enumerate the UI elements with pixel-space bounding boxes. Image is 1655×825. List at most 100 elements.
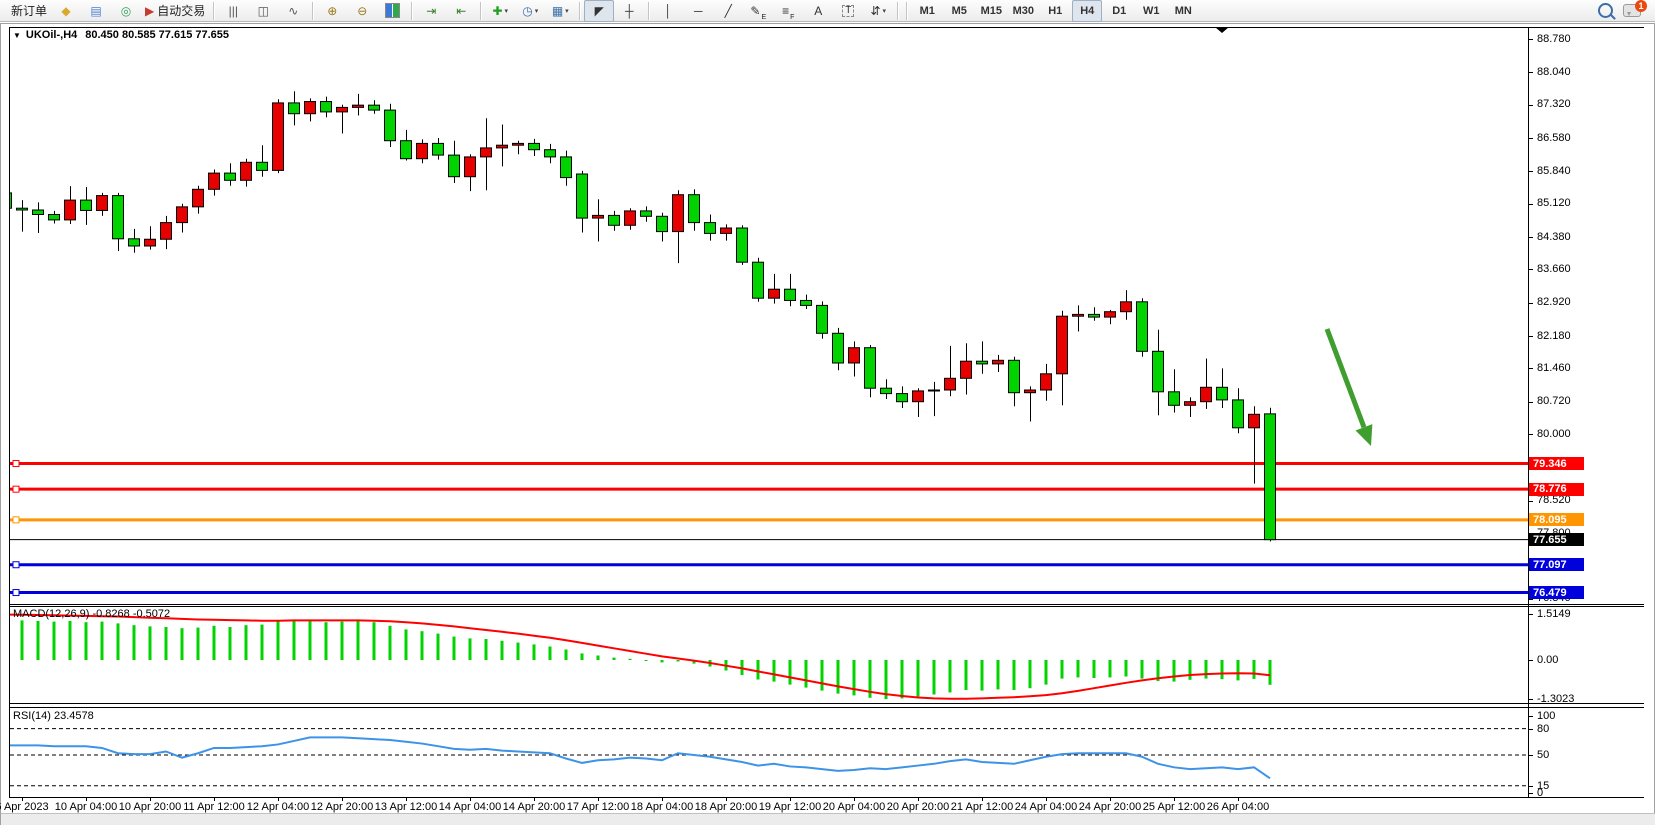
profile-icon[interactable]: ▤ [81, 0, 111, 22]
macd-bar [453, 637, 456, 660]
chart-shift-icon[interactable]: ⇤ [446, 0, 476, 22]
zoom-out-icon[interactable]: ⊖ [347, 0, 377, 22]
candle-body [497, 145, 508, 148]
macd-bar [997, 660, 1000, 689]
status-strip [1, 813, 1655, 825]
timeframe-m15-button[interactable]: M15 [976, 0, 1006, 22]
macd-bar [149, 626, 152, 660]
macd-bar [901, 660, 904, 698]
candle-body [977, 361, 988, 364]
rsi-tick-mark [1528, 716, 1533, 717]
text-label-icon[interactable]: T [833, 0, 863, 22]
candle-body [97, 196, 108, 211]
time-axis[interactable]: 6 Apr 202310 Apr 04:0010 Apr 20:0011 Apr… [1, 798, 1655, 813]
chart-line-icon[interactable]: ∿ [278, 0, 308, 22]
market-icon[interactable]: ◆ [51, 0, 81, 22]
time-tick-label: 12 Apr 20:00 [311, 801, 373, 813]
candle-body [1137, 302, 1148, 352]
line-handle[interactable] [13, 461, 19, 467]
mt4-window: 新订单◆▤◎▶自动交易 |||◫∿ ⊕⊖ ⇥⇤ ✚▾◷▾▦▾ ◤┼ │─╱✎E≡FAT⇵▾ M… [0, 0, 1655, 825]
arrows-icon[interactable]: ⇵▾ [863, 0, 893, 22]
price-tick-label: 88.780 [1537, 33, 1571, 45]
price-lines-group [10, 461, 1528, 596]
price-tick-mark [1528, 434, 1533, 435]
timeframe-h4-button[interactable]: H4 [1072, 0, 1102, 22]
candle-body [785, 289, 796, 300]
macd-bar [437, 634, 440, 660]
candle-body [337, 107, 348, 112]
panel-separator[interactable] [9, 606, 1644, 607]
line-handle[interactable] [13, 486, 19, 492]
macd-bar [757, 660, 760, 680]
line-handle[interactable] [13, 590, 19, 596]
candle-body [225, 173, 236, 180]
macd-bar [613, 658, 616, 660]
timeframe-h1-button[interactable]: H1 [1040, 0, 1070, 22]
timeframe-d1-button[interactable]: D1 [1104, 0, 1134, 22]
macd-bar [165, 627, 168, 660]
chart-candles-icon[interactable]: ◫ [248, 0, 278, 22]
panel-separator[interactable] [9, 707, 1644, 708]
candle-body [1169, 392, 1180, 406]
crosshair-icon[interactable]: ┼ [614, 0, 644, 22]
candle-body [1105, 312, 1116, 317]
candle-body [625, 211, 636, 225]
tile-windows-icon[interactable] [377, 0, 407, 22]
period-icon[interactable]: ◷▾ [515, 0, 545, 22]
trendline-icon[interactable]: ╱ [713, 0, 743, 22]
timeframe-m30-button[interactable]: M30 [1008, 0, 1038, 22]
candle-body [849, 348, 860, 363]
candle-body [769, 289, 780, 298]
rsi-tick-mark [1528, 786, 1533, 787]
price-tick-label: 83.660 [1537, 263, 1571, 275]
price-tick-mark [1528, 72, 1533, 73]
macd-histogram [10, 620, 1272, 699]
macd-bar [501, 641, 504, 660]
candle-body [737, 228, 748, 262]
equidistant-channel-icon[interactable]: ✎E [743, 0, 773, 22]
price-tick-mark [1528, 237, 1533, 238]
search-icon[interactable] [1598, 3, 1613, 18]
macd-bar [405, 629, 408, 660]
panel-separator[interactable] [9, 703, 1644, 704]
panel-separator[interactable] [9, 604, 1644, 605]
candle-body [705, 223, 716, 234]
vertical-line-icon[interactable]: │ [653, 0, 683, 22]
timeframe-w1-button[interactable]: W1 [1136, 0, 1166, 22]
time-tick-label: 25 Apr 12:00 [1143, 801, 1205, 813]
rsi-panel-canvas[interactable] [10, 708, 1528, 797]
line-handle[interactable] [13, 562, 19, 568]
chart-bars-icon[interactable]: ||| [218, 0, 248, 22]
templates-icon[interactable]: ▦▾ [545, 0, 575, 22]
signals-icon[interactable]: ◎ [111, 0, 141, 22]
line-handle[interactable] [13, 517, 19, 523]
macd-bar [1125, 660, 1128, 677]
indicators-icon[interactable]: ✚▾ [485, 0, 515, 22]
price-axis[interactable]: 88.78088.04087.32086.58085.84085.12084.3… [1528, 24, 1655, 813]
main-chart-canvas[interactable] [10, 28, 1528, 604]
candle-body [833, 333, 844, 363]
fibonacci-icon[interactable]: ≡F [773, 0, 803, 22]
macd-bar [1253, 660, 1256, 679]
timeframe-mn-button[interactable]: MN [1168, 0, 1198, 22]
community-icon[interactable]: 1 [1623, 4, 1641, 17]
candle-body [609, 215, 620, 225]
macd-panel-canvas[interactable] [10, 607, 1528, 703]
chart-shift-marker[interactable] [1215, 27, 1229, 33]
rsi-tick-label: 80 [1537, 723, 1549, 735]
trend-arrow[interactable] [1327, 329, 1372, 446]
timeframe-m1-button[interactable]: M1 [912, 0, 942, 22]
text-icon[interactable]: A [803, 0, 833, 22]
price-tick-mark [1528, 269, 1533, 270]
candle-body [801, 300, 812, 305]
timeframe-m5-button[interactable]: M5 [944, 0, 974, 22]
auto-scroll-icon[interactable]: ⇥ [416, 0, 446, 22]
auto-trading-button[interactable]: ▶自动交易 [141, 0, 209, 22]
horizontal-line-icon[interactable]: ─ [683, 0, 713, 22]
zoom-in-icon[interactable]: ⊕ [317, 0, 347, 22]
new-order-button[interactable]: 新订单 [4, 0, 51, 22]
chart-menu-icon[interactable]: ▼ [13, 31, 21, 40]
macd-tick-mark [1528, 614, 1533, 615]
candle-body [513, 143, 524, 145]
cursor-icon[interactable]: ◤ [584, 0, 614, 22]
